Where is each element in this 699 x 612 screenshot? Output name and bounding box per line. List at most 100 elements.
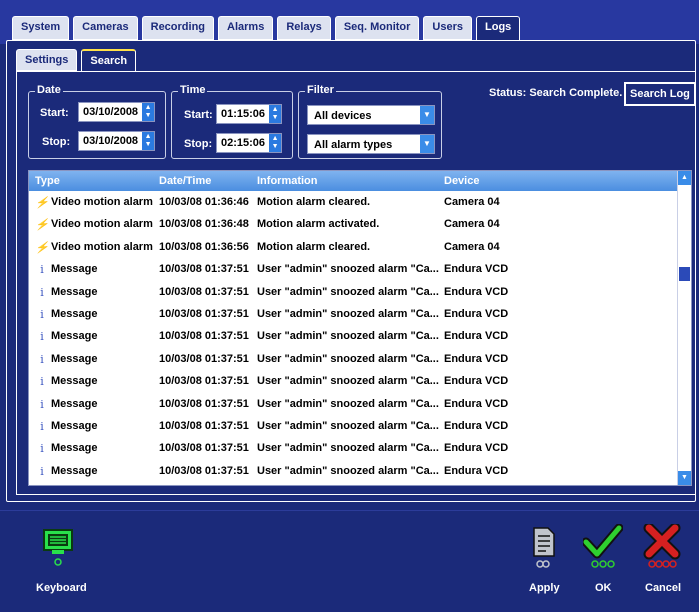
filter-legend: Filter xyxy=(305,84,336,96)
cell-info: User "admin" snoozed alarm "Ca... xyxy=(257,397,439,410)
cell-datetime: 10/03/08 01:36:46 xyxy=(159,196,249,208)
scroll-thumb[interactable] xyxy=(679,267,690,281)
tab-seq-monitor[interactable]: Seq. Monitor xyxy=(334,16,420,40)
tab-relays[interactable]: Relays xyxy=(277,16,331,40)
cell-datetime: 10/03/08 01:37:51 xyxy=(159,285,249,298)
table-row[interactable]: iMessage10/03/08 01:37:51User "admin" sn… xyxy=(29,415,679,437)
tab-alarms[interactable]: Alarms xyxy=(218,16,274,40)
date-stop-value[interactable]: 03/10/2008 xyxy=(79,132,143,150)
spin-arrows-icon[interactable]: ▲ ▼ xyxy=(142,132,155,150)
apply-label: Apply xyxy=(529,582,560,594)
tab-recording[interactable]: Recording xyxy=(141,16,215,40)
info-icon: i xyxy=(40,352,44,366)
info-icon: i xyxy=(40,397,44,411)
cell-info: Motion alarm cleared. xyxy=(257,240,371,253)
date-stop-spinner[interactable]: 03/10/2008 ▲ ▼ xyxy=(78,131,156,151)
log-table: Type Date/Time Information Device ⚡ Video… xyxy=(28,170,692,486)
cancel-x-icon[interactable] xyxy=(643,522,683,572)
status-text: Status: Search Complete. xyxy=(489,87,623,99)
cancel-label: Cancel xyxy=(645,582,682,594)
time-stop-value[interactable]: 02:15:06 xyxy=(217,134,270,152)
spin-arrows-icon[interactable]: ▲ ▼ xyxy=(269,134,282,152)
table-body: ⚡ Video motion alarm 10/03/08 01:36:46 Moti… xyxy=(29,191,679,485)
search-log-button[interactable]: Search Log xyxy=(624,82,696,106)
date-start-value[interactable]: 03/10/2008 xyxy=(79,103,143,121)
cell-type: Video motion alarm xyxy=(51,196,153,208)
tab-logs[interactable]: Logs xyxy=(476,16,521,42)
column-header-datetime[interactable]: Date/Time xyxy=(159,175,211,187)
apply-icon[interactable] xyxy=(528,526,558,572)
keyboard-icon[interactable] xyxy=(42,528,74,574)
scroll-down-icon[interactable]: ▼ xyxy=(678,471,691,485)
cell-device: Camera 04 xyxy=(444,218,500,231)
subtab-search[interactable]: Search xyxy=(81,49,137,73)
table-row[interactable]: iMessage10/03/08 01:37:51User "admin" sn… xyxy=(29,370,679,392)
apply-button[interactable] xyxy=(528,526,558,575)
table-row[interactable]: iMessage10/03/08 01:37:51User "admin" sn… xyxy=(29,281,679,303)
table-header: Type Date/Time Information Device xyxy=(29,171,679,191)
device-dropdown[interactable]: All devices ▼ xyxy=(307,105,435,125)
cell-type: Message xyxy=(51,442,98,455)
column-header-type[interactable]: Type xyxy=(35,175,60,187)
tab-system[interactable]: System xyxy=(12,16,70,40)
chevron-down-icon[interactable]: ▼ xyxy=(420,106,434,124)
date-start-spinner[interactable]: 03/10/2008 ▲ ▼ xyxy=(78,102,156,122)
tab-cameras[interactable]: Cameras xyxy=(73,16,138,40)
spin-arrows-icon[interactable]: ▲ ▼ xyxy=(142,103,155,121)
ok-button[interactable] xyxy=(581,523,624,575)
table-row[interactable]: iMessage10/03/08 01:37:51User "admin" sn… xyxy=(29,303,679,325)
scroll-up-icon[interactable]: ▲ xyxy=(678,171,691,185)
cell-device: Endura VCD xyxy=(444,419,509,432)
table-row[interactable]: iMessage10/03/08 01:37:51User "admin" sn… xyxy=(29,437,679,459)
cell-type: Message xyxy=(51,263,98,276)
cell-device: Endura VCD xyxy=(444,442,509,455)
subtab-settings[interactable]: Settings xyxy=(16,49,78,71)
info-icon: i xyxy=(40,375,44,389)
info-icon: i xyxy=(40,330,44,344)
cell-datetime: 10/03/08 01:37:51 xyxy=(159,307,249,320)
table-row[interactable]: iMessage10/03/08 01:37:51User "admin" sn… xyxy=(29,348,679,370)
cell-info: User "admin" snoozed alarm "Ca... xyxy=(257,419,439,432)
table-row[interactable]: iMessage10/03/08 01:37:51User "admin" sn… xyxy=(29,258,679,280)
info-icon: i xyxy=(40,464,44,478)
table-row[interactable]: iMessage10/03/08 01:37:51User "admin" sn… xyxy=(29,393,679,415)
keyboard-label: Keyboard xyxy=(36,582,87,594)
table-row[interactable]: iMessage10/03/08 01:37:51User "admin" sn… xyxy=(29,482,679,485)
device-dropdown-value: All devices xyxy=(314,110,372,122)
table-row[interactable]: iMessage10/03/08 01:37:51User "admin" sn… xyxy=(29,325,679,347)
table-row[interactable]: ⚡ Video motion alarm 10/03/08 01:36:48 Moti… xyxy=(29,213,679,235)
alarm-type-dropdown[interactable]: All alarm types ▼ xyxy=(307,134,435,154)
time-start-spinner[interactable]: 01:15:06 ▲ ▼ xyxy=(216,104,283,124)
keyboard-button[interactable] xyxy=(42,528,74,577)
lightning-icon: ⚡ xyxy=(35,219,49,232)
cell-device: Endura VCD xyxy=(444,352,509,365)
table-row[interactable]: iMessage10/03/08 01:37:51User "admin" sn… xyxy=(29,460,679,482)
time-stop-spinner[interactable]: 02:15:06 ▲ ▼ xyxy=(216,133,283,153)
alarm-type-dropdown-value: All alarm types xyxy=(314,139,393,151)
cell-type: Message xyxy=(51,352,98,365)
cell-datetime: 10/03/08 01:37:51 xyxy=(159,375,249,388)
cell-device: Endura VCD xyxy=(444,263,509,276)
date-stop-label: Stop: xyxy=(42,136,71,148)
spin-arrows-icon[interactable]: ▲ ▼ xyxy=(269,105,282,123)
cell-datetime: 10/03/08 01:36:48 xyxy=(159,218,249,231)
chevron-down-icon[interactable]: ▼ xyxy=(420,135,434,153)
top-tab-bar: System Cameras Recording Alarms Relays Seq. M… xyxy=(0,0,699,44)
cell-device: Endura VCD xyxy=(444,330,509,343)
cell-datetime: 10/03/08 01:37:51 xyxy=(159,352,249,365)
checkmark-icon[interactable] xyxy=(581,523,624,572)
tab-users[interactable]: Users xyxy=(423,16,472,40)
cell-datetime: 10/03/08 01:37:51 xyxy=(159,263,249,276)
time-start-value[interactable]: 01:15:06 xyxy=(217,105,270,123)
column-header-information[interactable]: Information xyxy=(257,175,318,187)
cancel-button[interactable] xyxy=(643,522,683,575)
info-icon: i xyxy=(40,442,44,456)
cell-datetime: 10/03/08 01:37:51 xyxy=(159,330,249,343)
column-header-device[interactable]: Device xyxy=(444,175,479,187)
cell-device: Endura VCD xyxy=(444,307,509,320)
vertical-scrollbar[interactable]: ▲ ▼ xyxy=(677,171,691,485)
cell-type: Message xyxy=(51,464,98,477)
table-row[interactable]: ⚡ Video motion alarm 10/03/08 01:36:56 Moti… xyxy=(29,236,679,258)
table-row[interactable]: ⚡ Video motion alarm 10/03/08 01:36:46 Moti… xyxy=(29,191,679,213)
info-icon: i xyxy=(40,285,44,299)
